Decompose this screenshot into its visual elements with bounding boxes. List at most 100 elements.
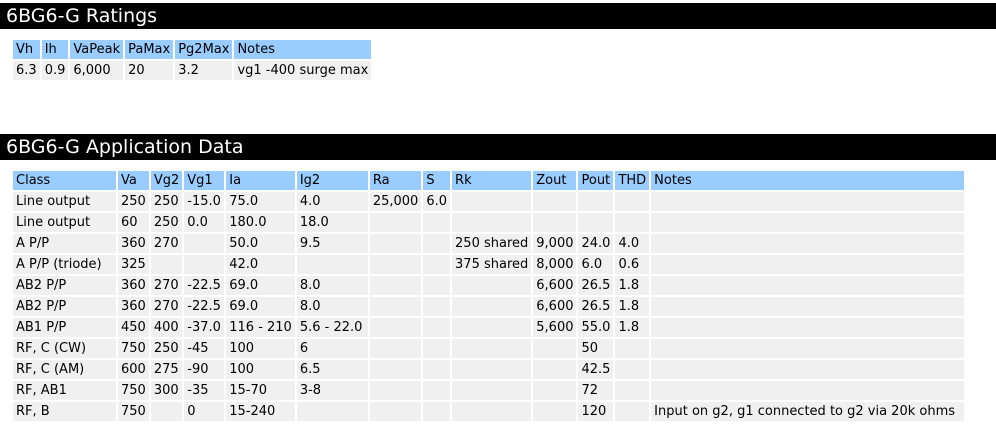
application-cell: 42.5 xyxy=(578,360,614,379)
ratings-table: Vh Ih VaPeak PaMax Pg2Max Notes 6.3 0.9 … xyxy=(11,38,373,82)
ratings-cell: 6,000 xyxy=(70,61,124,80)
application-header-notes: Notes xyxy=(651,171,965,190)
ratings-cell: 3.2 xyxy=(175,61,233,80)
application-cell: 42.0 xyxy=(226,255,295,274)
application-cell xyxy=(423,381,451,400)
application-cell: 15-240 xyxy=(226,402,295,421)
application-cell: AB1 P/P xyxy=(13,318,116,337)
application-cell: RF, C (CW) xyxy=(13,339,116,358)
application-cell xyxy=(533,192,577,211)
application-row: A P/P 360 270 50.0 9.5 250 shared 9,000 24.0 4.0 xyxy=(13,234,965,253)
application-cell xyxy=(150,402,183,421)
application-header-ra: Ra xyxy=(369,171,422,190)
application-cell xyxy=(423,339,451,358)
application-cell: 400 xyxy=(150,318,183,337)
application-cell: 250 xyxy=(150,192,183,211)
application-cell xyxy=(369,318,422,337)
ratings-header-row: Vh Ih VaPeak PaMax Pg2Max Notes xyxy=(13,40,372,59)
application-cell: 270 xyxy=(150,234,183,253)
application-cell xyxy=(452,213,532,232)
application-cell xyxy=(533,213,577,232)
application-cell xyxy=(423,234,451,253)
application-header-ig2: Ig2 xyxy=(296,171,368,190)
application-cell xyxy=(452,381,532,400)
ratings-cell: 0.9 xyxy=(41,61,69,80)
application-header-ia: Ia xyxy=(226,171,295,190)
application-cell: 600 xyxy=(118,360,149,379)
application-cell: 6 xyxy=(296,339,368,358)
application-row: RF, B 750 0 15-240 120 Input on g2, g1 connec… xyxy=(13,402,965,421)
application-cell: 5.6 - 22.0 xyxy=(296,318,368,337)
application-cell xyxy=(651,255,965,274)
application-cell: 6,600 xyxy=(533,276,577,295)
application-cell: 18.0 xyxy=(296,213,368,232)
application-cell xyxy=(651,381,965,400)
application-cell: 4.0 xyxy=(615,234,650,253)
application-cell: 300 xyxy=(150,381,183,400)
ratings-header-pamax: PaMax xyxy=(125,40,174,59)
application-cell: 15-70 xyxy=(226,381,295,400)
application-cell xyxy=(423,255,451,274)
application-cell: 0.6 xyxy=(615,255,650,274)
application-cell: 750 xyxy=(118,381,149,400)
application-cell: 9.5 xyxy=(296,234,368,253)
application-row: Line output 60 250 0.0 180.0 18.0 xyxy=(13,213,965,232)
application-cell xyxy=(651,360,965,379)
application-row: AB2 P/P 360 270 -22.5 69.0 8.0 6,600 26.5 1.8 xyxy=(13,276,965,295)
application-cell xyxy=(296,402,368,421)
application-cell: 275 xyxy=(150,360,183,379)
application-cell: 100 xyxy=(226,339,295,358)
application-cell xyxy=(651,192,965,211)
application-cell xyxy=(423,360,451,379)
application-cell: 1.8 xyxy=(615,318,650,337)
application-cell: 360 xyxy=(118,297,149,316)
application-cell: 8.0 xyxy=(296,276,368,295)
application-row: RF, C (CW) 750 250 -45 100 6 50 xyxy=(13,339,965,358)
application-cell: RF, B xyxy=(13,402,116,421)
application-cell: 360 xyxy=(118,234,149,253)
application-cell: 72 xyxy=(578,381,614,400)
application-cell xyxy=(423,297,451,316)
application-cell xyxy=(184,234,225,253)
application-cell: -37.0 xyxy=(184,318,225,337)
application-row: Line output 250 250 -15.0 75.0 4.0 25,000 6.0 xyxy=(13,192,965,211)
application-cell: 270 xyxy=(150,297,183,316)
application-header-class: Class xyxy=(13,171,116,190)
application-header-s: S xyxy=(423,171,451,190)
ratings-header-notes: Notes xyxy=(234,40,372,59)
application-cell xyxy=(651,276,965,295)
application-cell: 4.0 xyxy=(296,192,368,211)
application-cell: 24.0 xyxy=(578,234,614,253)
application-header-row: Class Va Vg2 Vg1 Ia Ig2 Ra S Rk Zout Pout THD Notes xyxy=(13,171,965,190)
application-cell: 250 xyxy=(150,339,183,358)
application-cell xyxy=(452,318,532,337)
application-cell xyxy=(423,402,451,421)
application-cell: 1.8 xyxy=(615,297,650,316)
application-cell: 69.0 xyxy=(226,276,295,295)
application-cell: -90 xyxy=(184,360,225,379)
application-cell xyxy=(184,255,225,274)
application-section-title: 6BG6-G Application Data xyxy=(0,134,996,160)
application-cell: 250 shared xyxy=(452,234,532,253)
application-cell: Input on g2, g1 connected to g2 via 20k … xyxy=(651,402,965,421)
application-cell: 1.8 xyxy=(615,276,650,295)
application-cell xyxy=(369,360,422,379)
application-cell: 5,600 xyxy=(533,318,577,337)
application-header-vg1: Vg1 xyxy=(184,171,225,190)
application-cell xyxy=(533,360,577,379)
application-cell xyxy=(423,276,451,295)
application-cell xyxy=(452,360,532,379)
application-cell xyxy=(651,339,965,358)
application-cell: RF, C (AM) xyxy=(13,360,116,379)
application-cell: 55.0 xyxy=(578,318,614,337)
application-cell: 0.0 xyxy=(184,213,225,232)
application-cell: 9,000 xyxy=(533,234,577,253)
application-cell xyxy=(578,213,614,232)
application-cell: 250 xyxy=(118,192,149,211)
application-cell: 325 xyxy=(118,255,149,274)
application-cell xyxy=(651,213,965,232)
application-cell xyxy=(615,381,650,400)
application-cell xyxy=(296,255,368,274)
application-row: AB1 P/P 450 400 -37.0 116 - 210 5.6 - 22.0 5,6… xyxy=(13,318,965,337)
application-cell: 3-8 xyxy=(296,381,368,400)
